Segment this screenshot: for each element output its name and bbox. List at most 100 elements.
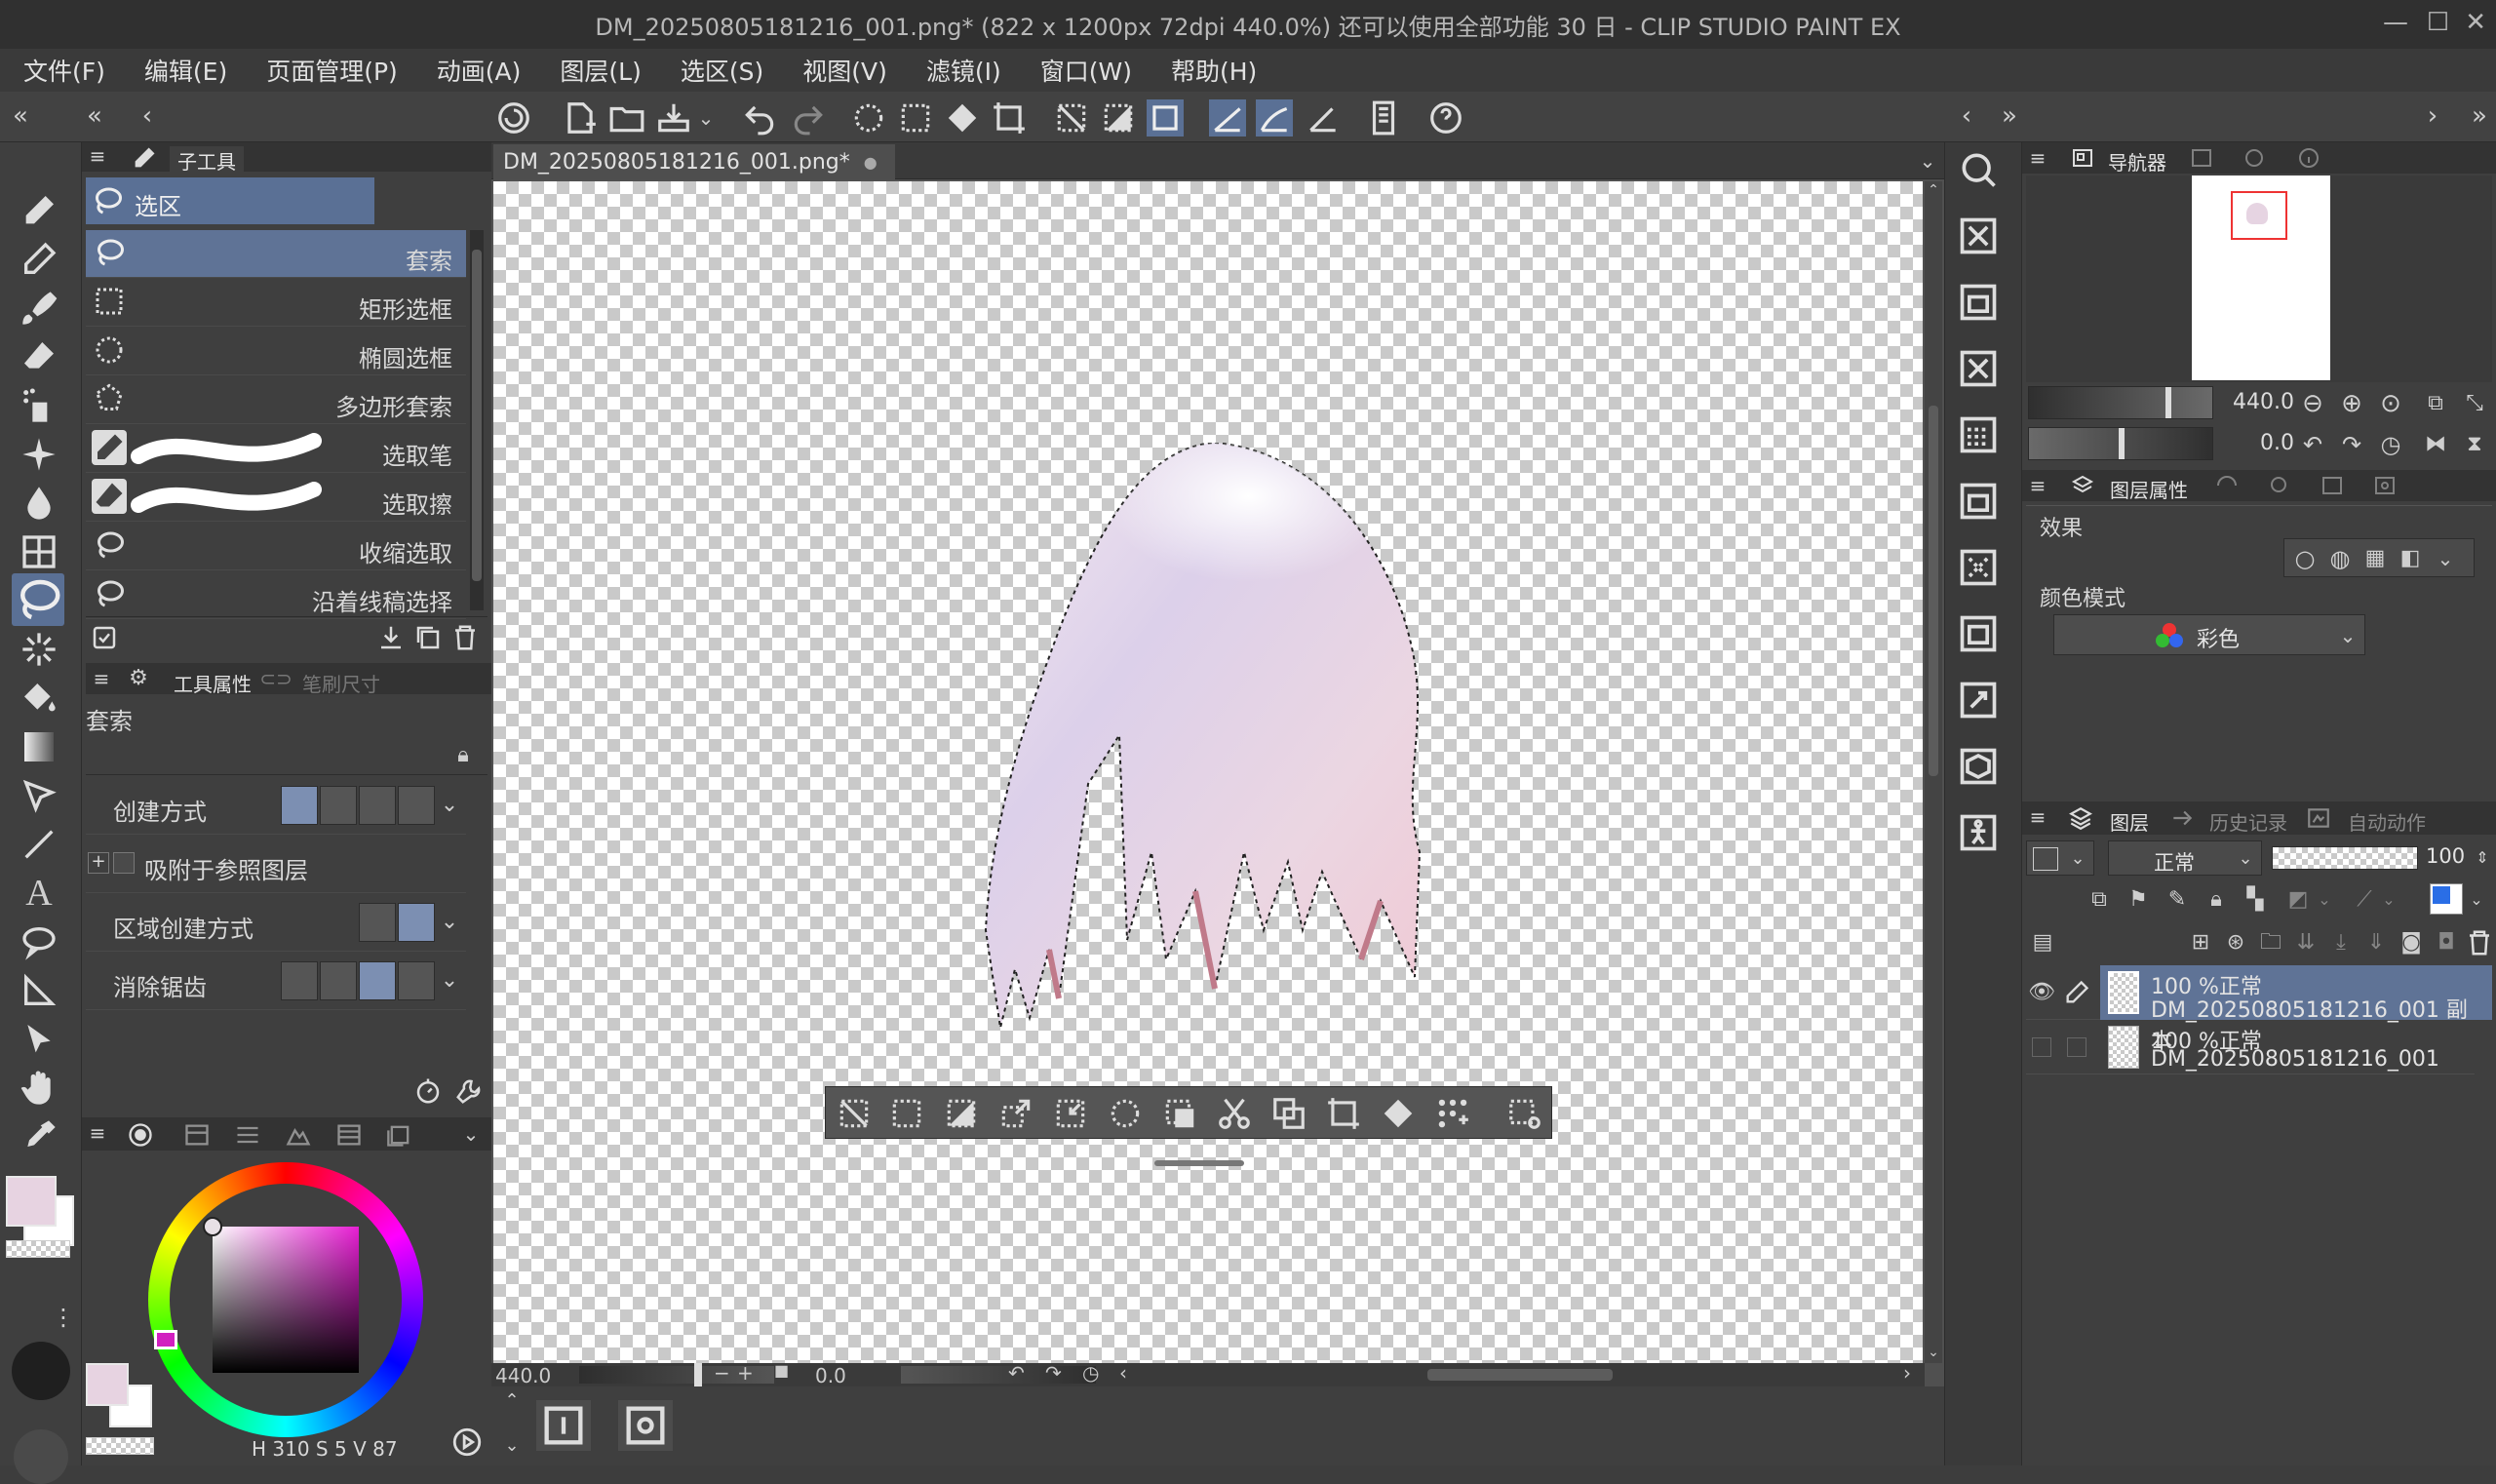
transparent-color-swatch[interactable]	[6, 1240, 70, 1258]
launcher-copy-paste-icon[interactable]	[1270, 1095, 1307, 1132]
zoom-in-icon[interactable]: ⊕	[2338, 390, 2365, 417]
launcher-select-all-icon[interactable]	[888, 1095, 925, 1132]
sv-cursor[interactable]	[203, 1217, 222, 1236]
ruler-tool-icon[interactable]	[20, 971, 58, 1010]
extract-line-icon[interactable]: ◍	[2325, 544, 2355, 573]
layer-color-dropdown[interactable]: ⌄	[2026, 840, 2094, 876]
canvas[interactable]	[493, 181, 1923, 1363]
menu-icon[interactable]: ≡	[86, 144, 109, 168]
navigator-zoom-slider[interactable]	[2028, 386, 2213, 419]
sub-tool-settings-icon[interactable]	[90, 623, 119, 652]
info-tab-icon[interactable]	[2295, 146, 2322, 170]
brush-size-icon[interactable]: ⋮	[49, 1303, 78, 1332]
launcher-clear-icon[interactable]	[1107, 1095, 1144, 1132]
chevron-down-icon[interactable]: ⌄	[2431, 544, 2460, 573]
fill-tool-icon[interactable]	[20, 679, 58, 718]
mask-toggle-icon[interactable]: ◩	[2283, 885, 2313, 915]
show-selection-icon[interactable]	[1147, 99, 1184, 137]
navigator-preview-area[interactable]	[2026, 176, 2492, 382]
launcher-shrink-icon[interactable]	[1052, 1095, 1089, 1132]
main-color-chip[interactable]	[86, 1363, 129, 1406]
rotate-left-icon[interactable]: ↶	[1008, 1361, 1025, 1385]
tone-material-icon[interactable]	[1957, 413, 2000, 456]
pen-tool-icon[interactable]	[20, 191, 58, 230]
scroll-up-icon[interactable]: ⌃	[1925, 181, 1942, 199]
blend-mode-dropdown[interactable]: 正常 ⌄	[2108, 840, 2262, 876]
add-selection-button[interactable]	[320, 786, 357, 825]
menu-icon[interactable]: ≡	[2026, 474, 2049, 497]
fit-square-icon[interactable]: ■	[774, 1361, 789, 1380]
clip-lower-layer-icon[interactable]: ⧉	[2085, 885, 2114, 915]
navigator-tab[interactable]: 导航器	[2108, 147, 2166, 176]
collapse-left2-icon[interactable]: «	[80, 101, 109, 131]
menu-help[interactable]: 帮助(H)	[1151, 49, 1276, 92]
chevron-left-icon[interactable]: ‹	[133, 101, 162, 131]
collapse-left-icon[interactable]: «	[6, 101, 35, 131]
open-folder-icon[interactable]	[608, 99, 645, 137]
save-dropdown-icon[interactable]: ⌄	[694, 103, 718, 133]
duplicate-icon[interactable]	[413, 623, 443, 652]
image-material-icon[interactable]	[1957, 480, 2000, 523]
color-wheel-tab-icon[interactable]	[127, 1121, 154, 1149]
select-all-icon[interactable]	[897, 99, 934, 137]
sub-tool-item-lasso[interactable]: 套索	[86, 230, 466, 278]
color-set-tab-icon[interactable]	[183, 1121, 211, 1149]
sub-tool-scrollbar[interactable]	[470, 230, 484, 610]
lock-icon[interactable]: 🔒︎	[448, 741, 478, 770]
sub-tool-item-rect-marquee[interactable]: 矩形选框	[86, 279, 466, 327]
layer-settings-icon[interactable]: ▤	[2028, 928, 2057, 957]
snap-reference-checkbox[interactable]	[113, 852, 135, 874]
collapse-down-icon[interactable]: ⌄	[501, 1435, 523, 1457]
intermediate-color-tab-icon[interactable]	[285, 1121, 312, 1149]
freehand-button[interactable]	[359, 903, 396, 942]
menu-view[interactable]: 视图(V)	[783, 49, 907, 92]
3d-material-icon[interactable]	[1957, 612, 2000, 655]
launcher-invert-icon[interactable]	[943, 1095, 980, 1132]
figure-tool-icon[interactable]	[20, 776, 58, 815]
new-vector-layer-icon[interactable]: ⊛	[2221, 928, 2250, 957]
fit-navigator-icon[interactable]: ⤡	[2461, 390, 2488, 417]
launcher-convert-layer-icon[interactable]	[1161, 1095, 1198, 1132]
menu-selection[interactable]: 选区(S)	[661, 49, 783, 92]
menu-window[interactable]: 窗口(W)	[1021, 49, 1151, 92]
frame-material-icon[interactable]	[1957, 679, 2000, 722]
rotation-slider[interactable]	[901, 1366, 1096, 1384]
opacity-stepper-icon[interactable]: ⇕	[2473, 844, 2492, 872]
tool-reset-icon[interactable]	[413, 1076, 443, 1106]
decoration-tool-icon[interactable]	[20, 435, 58, 474]
clear-selection-icon[interactable]	[850, 99, 887, 137]
frame-tool-icon[interactable]	[20, 532, 58, 571]
launcher-new-tone-icon[interactable]	[1434, 1095, 1471, 1132]
document-tab[interactable]: DM_20250805181216_001.png* ●	[493, 144, 895, 179]
ruler-toggle-icon[interactable]: ⟋	[2350, 885, 2379, 915]
pencil-tool-icon[interactable]	[20, 240, 58, 279]
fill-icon[interactable]	[944, 99, 981, 137]
flip-vertical-icon[interactable]: ⧗	[2461, 431, 2488, 458]
search-tab-icon[interactable]	[2266, 474, 2293, 497]
cube-material-icon[interactable]	[1957, 745, 2000, 788]
material-tab-icon[interactable]	[2371, 474, 2398, 497]
chevron-down-icon[interactable]: ⌄	[437, 788, 462, 823]
menu-icon[interactable]: ≡	[2026, 146, 2049, 170]
reference-layer-icon[interactable]: ⚑	[2124, 885, 2153, 915]
navigator-thumbnail[interactable]	[2192, 176, 2330, 380]
launcher-cut-icon[interactable]	[1216, 1095, 1253, 1132]
chevron-down-icon[interactable]: ⌄	[458, 1121, 484, 1147]
launcher-drag-handle[interactable]	[1154, 1160, 1244, 1166]
launcher-fill-icon[interactable]	[1380, 1095, 1417, 1132]
menu-icon[interactable]: ≡	[90, 667, 113, 690]
maximize-button[interactable]: ☐	[2427, 8, 2449, 37]
auto-select-tool-icon[interactable]	[20, 630, 58, 669]
text-tool-icon[interactable]: A	[20, 874, 58, 913]
pose-material-icon[interactable]	[1957, 811, 2000, 854]
frame-settings-icon[interactable]	[618, 1400, 673, 1451]
import-icon[interactable]	[376, 623, 406, 652]
sub-tool-item-selection-eraser[interactable]: 选取擦	[86, 474, 466, 522]
tool-settings-icon[interactable]	[454, 1076, 484, 1106]
save-icon[interactable]	[655, 99, 692, 137]
gradient-tool-icon[interactable]	[20, 727, 58, 766]
flip-horizontal-icon[interactable]: ⧓	[2422, 431, 2449, 458]
chevron-left-right-panel-icon[interactable]: ‹	[1952, 101, 1981, 131]
transfer-down-icon[interactable]: ⇊	[2291, 928, 2320, 957]
hue-cursor[interactable]	[154, 1330, 177, 1349]
